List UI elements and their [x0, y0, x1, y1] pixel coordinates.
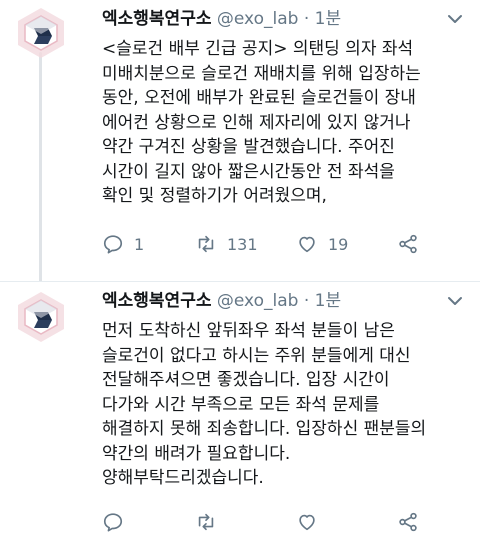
share-icon — [399, 512, 417, 532]
tweet-text-line: 전달해주셔으면 좋겠습니다. 입장 시간이 — [102, 370, 390, 390]
tweet-header: 엑소행복연구소 @exo_lab · 1분 — [102, 8, 440, 30]
tweet-text: <슬로건 배부 긴급 공지> 의탠딩 의자 좌석 미배치분으로 슬로건 재배치를… — [102, 37, 474, 209]
like-button[interactable]: 19 — [296, 230, 348, 258]
share-button[interactable] — [397, 508, 419, 536]
tweet-text-line: 확인 및 정렬하기가 어려웠으며, — [102, 186, 327, 206]
reply-icon — [103, 513, 123, 532]
retweet-icon — [198, 235, 214, 253]
share-button[interactable] — [397, 230, 419, 258]
tweet-text-line: 미배치분으로 슬로건 재배치를 위해 입장하는 — [102, 63, 421, 84]
tweet-text-line: 슬로건이 없다고 하시는 주위 분들에게 대신 — [102, 345, 411, 366]
user-handle[interactable]: @exo_lab — [217, 9, 299, 29]
timestamp[interactable]: 1분 — [315, 291, 341, 311]
like-button[interactable] — [296, 508, 328, 536]
tweet-text-line: 약간 구겨진 상황을 발견했습니다. 주어진 — [102, 137, 395, 157]
user-handle[interactable]: @exo_lab — [217, 291, 299, 311]
tweet-actions — [102, 508, 450, 536]
tweet-text-line: 시간이 길지 않아 짧은시간동안 전 좌석을 — [102, 161, 395, 182]
tweet-text-line: 먼저 도착하신 앞뒤좌우 좌석 분들이 남은 — [102, 321, 395, 341]
tweet-text-line: 동안, 오전에 배부가 완료된 슬로건들이 장내 — [102, 88, 416, 108]
tweet-text-line: 해결하지 못해 죄송합니다. 입장하신 팬분들의 — [102, 419, 427, 439]
retweet-button[interactable] — [195, 508, 227, 536]
like-count: 19 — [328, 234, 349, 254]
avatar[interactable] — [12, 4, 70, 62]
tweet-text-line: <슬로건 배부 긴급 공지> 의탠딩 의자 좌석 — [102, 39, 414, 59]
reply-count: 1 — [134, 234, 145, 254]
avatar-logo-icon — [18, 8, 64, 58]
retweet-icon — [198, 513, 214, 531]
reply-icon — [103, 235, 123, 254]
display-name[interactable]: 엑소행복연구소 — [102, 9, 211, 29]
reply-button[interactable]: 1 — [102, 230, 144, 258]
avatar[interactable] — [12, 288, 70, 346]
retweet-count: 131 — [227, 234, 258, 254]
tweet-header: 엑소행복연구소 @exo_lab · 1분 — [102, 290, 440, 312]
chevron-down-icon[interactable] — [444, 8, 466, 30]
tweet-text-line: 양해부탁드리겠습니다. — [102, 468, 264, 488]
separator: · — [303, 291, 310, 311]
tweet[interactable]: 엑소행복연구소 @exo_lab · 1분 먼저 도착하신 앞뒤좌우 좌석 분들… — [0, 282, 480, 541]
tweet-text-line: 약간의 배려가 필요합니다. — [102, 443, 291, 464]
tweet-actions: 1 131 19 — [102, 230, 450, 258]
tweet-text: 먼저 도착하신 앞뒤좌우 좌석 분들이 남은 슬로건이 없다고 하시는 주위 분… — [102, 319, 474, 491]
tweet[interactable]: 엑소행복연구소 @exo_lab · 1분 <슬로건 배부 긴급 공지> 의탠딩… — [0, 0, 480, 282]
share-icon — [399, 234, 417, 254]
display-name[interactable]: 엑소행복연구소 — [102, 291, 211, 311]
tweet-text-line: 에어컨 상황으로 인해 제자리에 있지 않거나 — [102, 112, 411, 133]
heart-icon — [299, 236, 315, 253]
chevron-down-icon[interactable] — [444, 290, 466, 312]
separator: · — [303, 9, 310, 29]
reply-button[interactable] — [102, 508, 134, 536]
retweet-button[interactable]: 131 — [195, 230, 258, 258]
timestamp[interactable]: 1분 — [315, 9, 341, 29]
avatar-logo-icon — [18, 292, 64, 342]
heart-icon — [299, 514, 315, 531]
tweet-text-line: 다가와 시간 부족으로 모든 좌석 문제를 — [102, 394, 380, 415]
